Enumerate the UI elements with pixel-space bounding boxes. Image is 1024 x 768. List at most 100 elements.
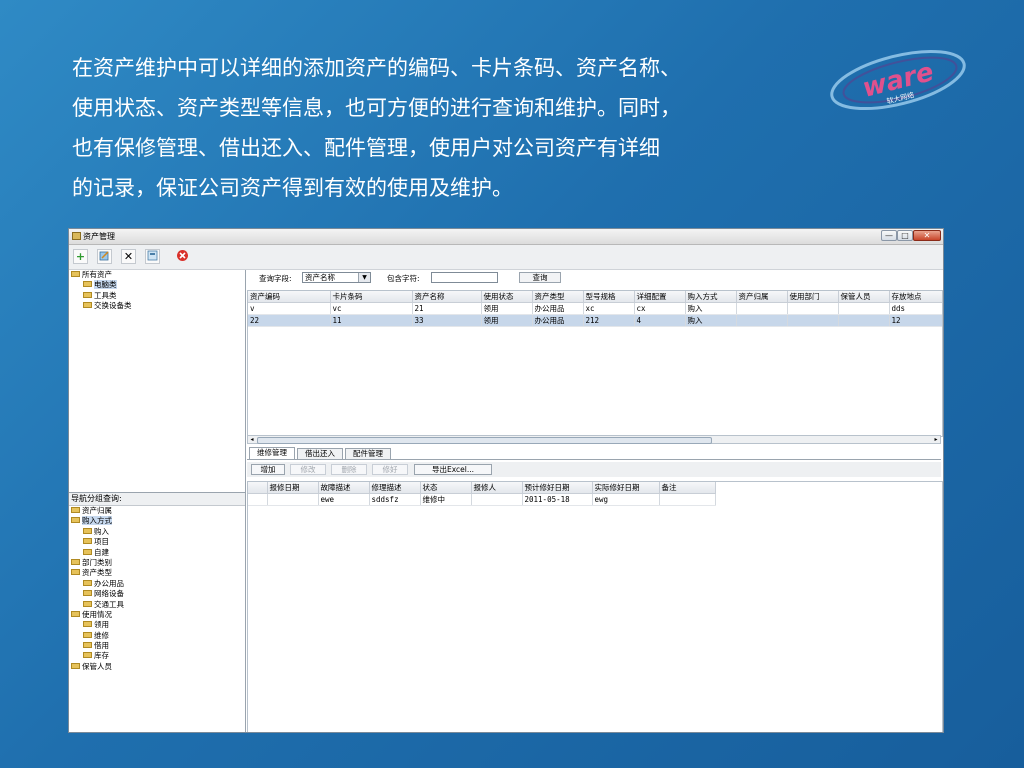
export-excel-button[interactable]: 导出Excel... [414, 464, 492, 475]
tab-parts[interactable]: 配件管理 [345, 448, 391, 459]
nav-group-item[interactable]: 项目 [69, 537, 245, 547]
column-header[interactable]: 备注 [659, 482, 716, 494]
table-cell [736, 302, 788, 315]
folder-icon [83, 621, 92, 628]
add-button[interactable]: 增加 [251, 464, 285, 475]
tree-item-tools[interactable]: 工具类 [69, 291, 245, 301]
table-cell: sddsfz [369, 493, 421, 506]
asset-category-tree: 所有资产 电脑类 工具类 交换设备类 [69, 270, 246, 493]
tree-root[interactable]: 所有资产 [69, 270, 245, 280]
folder-icon [71, 271, 80, 277]
tab-lend-return[interactable]: 借出还入 [297, 448, 343, 459]
title-bar[interactable]: 资产管理 — □ ✕ [69, 229, 943, 245]
column-header[interactable]: 存放地点 [889, 291, 942, 303]
nav-group-item[interactable]: 购入 [69, 527, 245, 537]
nav-group-label: 自建 [94, 547, 109, 557]
column-header[interactable]: 实际修好日期 [592, 482, 660, 494]
column-header[interactable]: 报修日期 [267, 482, 319, 494]
nav-group-item[interactable]: 购入方式 [69, 516, 245, 526]
column-header[interactable]: 状态 [420, 482, 472, 494]
minimize-button[interactable]: — [881, 230, 897, 241]
column-header[interactable]: 保管人员 [838, 291, 890, 303]
delete-button[interactable]: 删除 [331, 464, 367, 475]
table-cell: xc [583, 302, 635, 315]
nav-group-item[interactable]: 自建 [69, 548, 245, 558]
horizontal-scrollbar[interactable]: ◂ ▸ [247, 435, 941, 444]
nav-group-item[interactable]: 库存 [69, 651, 245, 661]
column-header[interactable]: 卡片条码 [330, 291, 413, 303]
column-header[interactable]: 使用状态 [481, 291, 533, 303]
nav-group-label: 购入 [94, 526, 109, 536]
tree-item-computer[interactable]: 电脑类 [69, 280, 245, 290]
table-cell: dds [889, 302, 942, 315]
nav-group-label: 网络设备 [94, 589, 124, 599]
nav-group-item[interactable]: 资产类型 [69, 568, 245, 578]
nav-group-item[interactable]: 使用情况 [69, 610, 245, 620]
column-header[interactable]: 预计修好日期 [522, 482, 593, 494]
nav-group-panel: 导航分组查询: 资产归属 购入方式 购入 项目 自建 部门类别 资产类型 办公用品 网络设备 交通… [69, 493, 246, 732]
asset-table-row[interactable]: 22 11 33 领用 办公用品 212 4 购入 12 [248, 314, 942, 327]
table-cell: 办公用品 [532, 314, 584, 327]
nav-group-item[interactable]: 部门类别 [69, 558, 245, 568]
scrollbar-thumb[interactable] [257, 437, 712, 444]
folder-icon [83, 527, 92, 534]
nav-group-label: 保管人员 [82, 661, 112, 671]
nav-group-item[interactable]: 领用 [69, 620, 245, 630]
nav-group-title: 导航分组查询: [69, 493, 245, 506]
table-cell: ewe [318, 493, 370, 506]
nav-group-item[interactable]: 资产归属 [69, 506, 245, 516]
table-cell: cx [634, 302, 686, 315]
column-header[interactable]: 资产编码 [248, 291, 331, 303]
nav-group-label: 库存 [94, 651, 109, 661]
nav-group-item[interactable]: 保管人员 [69, 662, 245, 672]
edit-button[interactable]: 修改 [290, 464, 326, 475]
export-icon[interactable] [145, 249, 160, 264]
close-window-button[interactable]: ✕ [913, 230, 941, 241]
repaired-button[interactable]: 修好 [372, 464, 408, 475]
nav-group-item[interactable]: 借用 [69, 641, 245, 651]
tree-item-switch[interactable]: 交换设备类 [69, 301, 245, 311]
column-header[interactable]: 资产归属 [736, 291, 788, 303]
column-header[interactable]: 型号规格 [583, 291, 635, 303]
column-header[interactable] [248, 482, 268, 494]
tab-repair[interactable]: 维修管理 [249, 447, 295, 459]
table-cell [787, 314, 839, 327]
column-header[interactable]: 资产类型 [532, 291, 584, 303]
exit-icon[interactable] [175, 249, 190, 264]
column-header[interactable]: 使用部门 [787, 291, 839, 303]
slide-description: 在资产维护中可以详细的添加资产的编码、卡片条码、资产名称、 使用状态、资产类型等… [72, 48, 832, 208]
chevron-down-icon[interactable]: ▼ [358, 273, 370, 282]
nav-group-item[interactable]: 办公用品 [69, 579, 245, 589]
table-cell [659, 493, 716, 506]
column-header[interactable]: 购入方式 [685, 291, 737, 303]
query-field-select[interactable]: 资产名称 ▼ [302, 272, 371, 283]
table-cell: vc [330, 302, 413, 315]
query-field-label: 查询字段: [259, 274, 292, 283]
maximize-button[interactable]: □ [897, 230, 913, 241]
scroll-right-icon[interactable]: ▸ [932, 436, 940, 443]
column-header[interactable]: 资产名称 [412, 291, 482, 303]
asset-table-row[interactable]: v vc 21 领用 办公用品 xc cx 购入 dds [248, 302, 942, 315]
app-icon [72, 232, 81, 240]
column-header[interactable]: 报修人 [471, 482, 523, 494]
nav-group-label: 维修 [94, 630, 109, 640]
slide-line: 在资产维护中可以详细的添加资产的编码、卡片条码、资产名称、 [72, 56, 681, 80]
edit-icon[interactable] [97, 249, 112, 264]
table-cell: 33 [412, 314, 482, 327]
contains-input[interactable] [431, 272, 498, 283]
nav-group-item[interactable]: 交通工具 [69, 600, 245, 610]
table-cell: v [248, 302, 331, 315]
add-icon[interactable]: + [73, 249, 88, 264]
column-header[interactable]: 故障描述 [318, 482, 370, 494]
nav-group-item[interactable]: 维修 [69, 631, 245, 641]
search-button[interactable]: 查询 [519, 272, 561, 283]
nav-group-item[interactable]: 网络设备 [69, 589, 245, 599]
column-header[interactable]: 详细配置 [634, 291, 686, 303]
repair-table: 报修日期 故障描述 修理描述 状态 报修人 预计修好日期 实际修好日期 备注 ewe sddsf… [247, 481, 943, 732]
repair-table-row[interactable]: ewe sddsfz 维修中 2011-05-18 ewg [248, 493, 716, 506]
edit-icon-glyph [99, 251, 109, 261]
delete-icon[interactable]: ✕ [121, 249, 136, 264]
nav-group-label: 领用 [94, 620, 109, 630]
column-header[interactable]: 修理描述 [369, 482, 421, 494]
scroll-left-icon[interactable]: ◂ [248, 436, 256, 443]
